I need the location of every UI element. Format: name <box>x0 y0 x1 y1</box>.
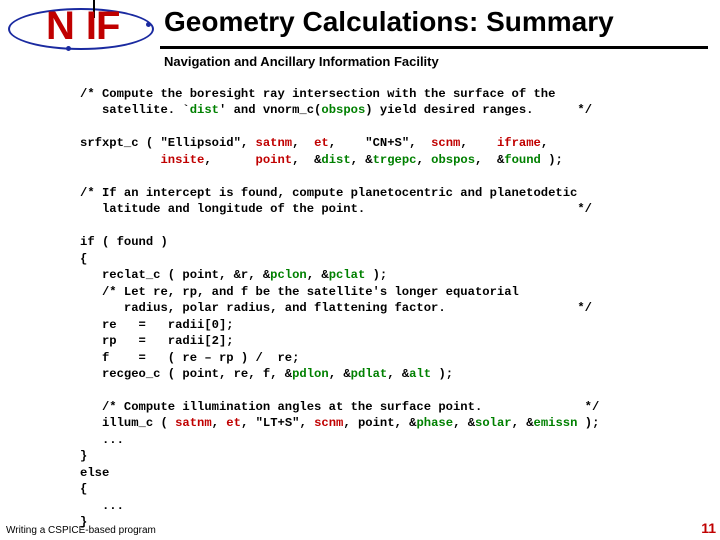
code-block: /* Compute the boresight ray intersectio… <box>80 86 599 531</box>
page-number: 11 <box>701 520 716 536</box>
page-subtitle: Navigation and Ancillary Information Fac… <box>164 54 439 69</box>
naif-logo: NIF <box>6 0 156 58</box>
logo-text: NIF <box>46 4 119 49</box>
footer-text: Writing a CSPICE-based program <box>6 525 156 536</box>
slide-header: NIF Geometry Calculations: Summary Navig… <box>0 0 720 66</box>
logo-dot <box>146 22 151 27</box>
divider <box>160 46 708 49</box>
page-title: Geometry Calculations: Summary <box>164 6 614 38</box>
